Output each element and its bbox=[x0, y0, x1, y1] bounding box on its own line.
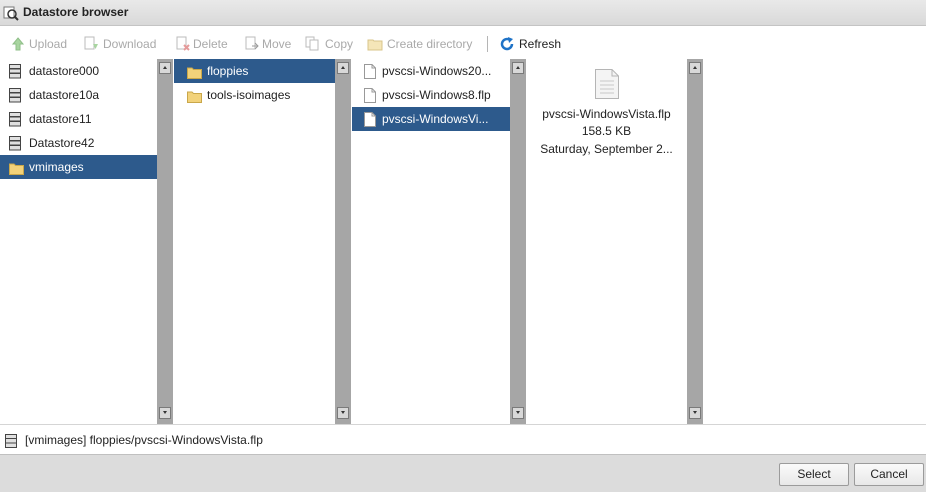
chevron-up-icon bbox=[341, 66, 345, 69]
folder-icon bbox=[9, 159, 24, 179]
chevron-down-icon bbox=[341, 411, 345, 414]
chevron-down-icon bbox=[516, 411, 520, 414]
folder-column: floppies tools-isoimages bbox=[174, 59, 335, 424]
cancel-button[interactable]: Cancel bbox=[854, 463, 924, 486]
download-icon bbox=[83, 36, 99, 56]
scroll-up-button[interactable] bbox=[512, 62, 524, 74]
chevron-up-icon bbox=[163, 66, 167, 69]
datastore-item[interactable]: Datastore42 bbox=[0, 131, 157, 155]
move-icon bbox=[244, 36, 260, 56]
file-icon bbox=[364, 63, 376, 83]
datastore-column-scrollbar[interactable] bbox=[157, 59, 173, 424]
preview-file-name: pvscsi-WindowsVista.flp bbox=[542, 107, 671, 121]
refresh-label: Refresh bbox=[519, 37, 562, 51]
column-browser: datastore000 datastore10a datastore11 Da… bbox=[0, 59, 926, 424]
new-folder-icon bbox=[367, 36, 383, 56]
delete-label: Delete bbox=[193, 37, 228, 51]
scroll-up-button[interactable] bbox=[337, 62, 349, 74]
datastore-icon bbox=[5, 434, 17, 451]
datastore-item[interactable]: datastore11 bbox=[0, 107, 157, 131]
file-preview-icon bbox=[595, 69, 619, 102]
file-label: pvscsi-WindowsVi... bbox=[382, 112, 489, 126]
chevron-down-icon bbox=[693, 411, 697, 414]
copy-icon bbox=[305, 36, 321, 56]
datastore-icon bbox=[9, 87, 21, 107]
scroll-down-button[interactable] bbox=[337, 407, 349, 419]
folder-label: tools-isoimages bbox=[207, 88, 291, 102]
selected-path-bar: [vmimages] floppies/pvscsi-WindowsVista.… bbox=[0, 424, 926, 454]
file-label: pvscsi-Windows20... bbox=[382, 64, 492, 78]
download-label: Download bbox=[103, 37, 157, 51]
scroll-down-button[interactable] bbox=[159, 407, 171, 419]
datastore-label: vmimages bbox=[29, 160, 84, 174]
datastore-column: datastore000 datastore10a datastore11 Da… bbox=[0, 59, 157, 424]
datastore-label: datastore10a bbox=[29, 88, 100, 102]
copy-label: Copy bbox=[325, 37, 354, 51]
scroll-up-button[interactable] bbox=[689, 62, 701, 74]
preview-file-date: Saturday, September 2... bbox=[540, 142, 673, 156]
file-label: pvscsi-Windows8.flp bbox=[382, 88, 491, 102]
datastore-browser-icon bbox=[3, 5, 19, 24]
datastore-label: datastore11 bbox=[29, 112, 92, 126]
toolbar: Upload Download Delete Move Copy Create … bbox=[0, 27, 926, 59]
datastore-label: datastore000 bbox=[29, 64, 100, 78]
dialog-footer: Select Cancel bbox=[0, 454, 926, 492]
title-bar: Datastore browser bbox=[0, 0, 926, 26]
datastore-label: Datastore42 bbox=[29, 136, 95, 150]
toolbar-separator bbox=[487, 36, 488, 52]
chevron-up-icon bbox=[516, 66, 520, 69]
preview-file-size: 158.5 KB bbox=[581, 124, 632, 138]
file-column-scrollbar[interactable] bbox=[510, 59, 526, 424]
file-icon bbox=[364, 87, 376, 107]
scroll-up-button[interactable] bbox=[159, 62, 171, 74]
folder-icon bbox=[187, 63, 202, 83]
datastore-icon bbox=[9, 111, 21, 131]
file-icon bbox=[364, 111, 376, 131]
window-title: Datastore browser bbox=[23, 5, 129, 19]
scroll-down-button[interactable] bbox=[512, 407, 524, 419]
upload-label: Upload bbox=[29, 37, 68, 51]
upload-icon bbox=[11, 36, 25, 56]
file-item[interactable]: pvscsi-Windows20... bbox=[352, 59, 510, 83]
file-column: pvscsi-Windows20... pvscsi-Windows8.flp … bbox=[352, 59, 510, 424]
folder-item[interactable]: tools-isoimages bbox=[174, 83, 335, 107]
folder-label: floppies bbox=[207, 64, 249, 78]
delete-icon bbox=[175, 36, 191, 56]
datastore-icon bbox=[9, 63, 21, 83]
folder-icon bbox=[187, 87, 202, 107]
folder-item-selected[interactable]: floppies bbox=[174, 59, 335, 83]
datastore-item[interactable]: datastore000 bbox=[0, 59, 157, 83]
selected-path: [vmimages] floppies/pvscsi-WindowsVista.… bbox=[25, 433, 263, 447]
chevron-down-icon bbox=[163, 411, 167, 414]
file-item-selected[interactable]: pvscsi-WindowsVi... bbox=[352, 107, 510, 131]
chevron-up-icon bbox=[693, 66, 697, 69]
select-button[interactable]: Select bbox=[779, 463, 849, 486]
move-label: Move bbox=[262, 37, 292, 51]
file-preview: pvscsi-WindowsVista.flp 158.5 KB Saturda… bbox=[527, 59, 686, 424]
create-directory-label: Create directory bbox=[387, 37, 473, 51]
file-item[interactable]: pvscsi-Windows8.flp bbox=[352, 83, 510, 107]
folder-column-scrollbar[interactable] bbox=[335, 59, 351, 424]
refresh-icon bbox=[500, 36, 515, 56]
datastore-item[interactable]: datastore10a bbox=[0, 83, 157, 107]
datastore-icon bbox=[9, 135, 21, 155]
scroll-down-button[interactable] bbox=[689, 407, 701, 419]
preview-column-scrollbar[interactable] bbox=[687, 59, 703, 424]
datastore-item-selected[interactable]: vmimages bbox=[0, 155, 157, 179]
